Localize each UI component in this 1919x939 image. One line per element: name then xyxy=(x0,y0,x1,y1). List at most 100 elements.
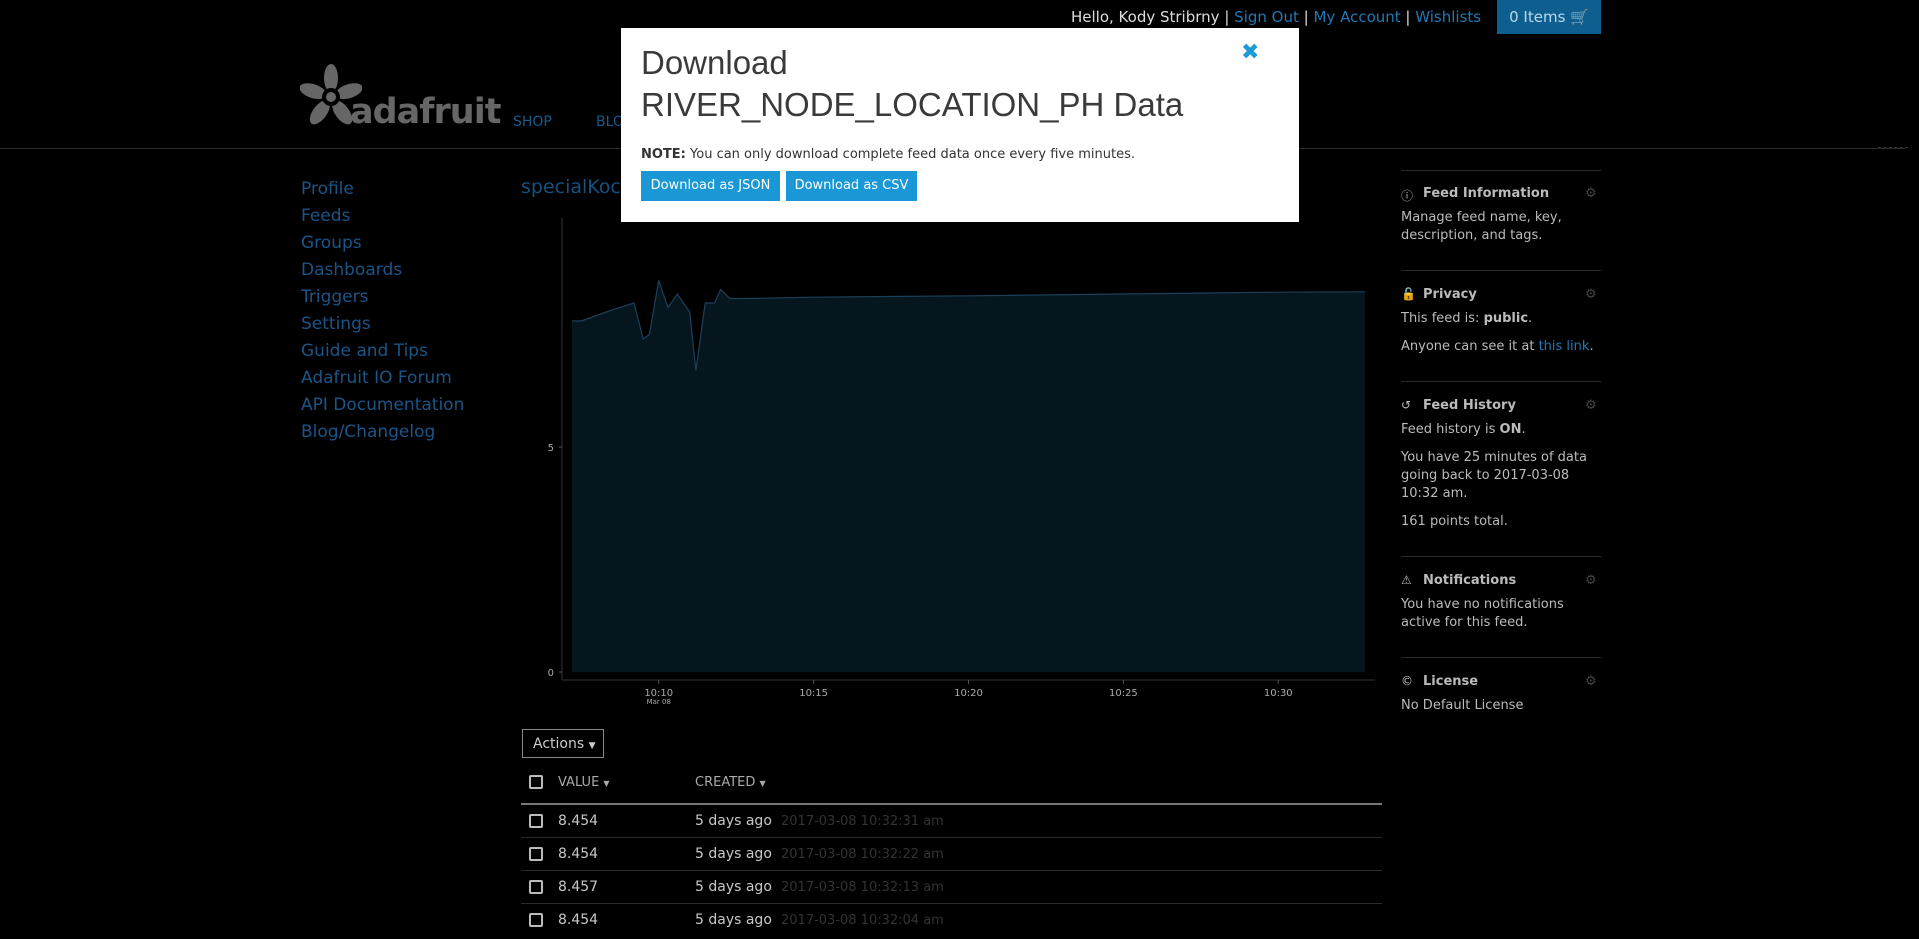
gear-icon[interactable]: ⚙ xyxy=(1585,674,1597,689)
history-status-suffix: . xyxy=(1521,422,1526,437)
user-bar: Hello, Kody Stribrny | Sign Out | My Acc… xyxy=(1071,8,1481,26)
row-checkbox[interactable] xyxy=(529,814,543,828)
caret-down-icon: ▼ xyxy=(588,741,596,751)
feed-title: specialKoc xyxy=(521,176,621,198)
row-timestamp: 2017-03-08 10:32:13 am xyxy=(781,880,944,895)
row-divider xyxy=(521,870,1382,871)
row-age: 5 days ago xyxy=(695,813,772,829)
note-label: NOTE: xyxy=(641,147,686,162)
sidebar-item-blog[interactable]: Blog/Changelog xyxy=(301,421,464,448)
row-timestamp: 2017-03-08 10:32:22 am xyxy=(781,847,944,862)
x-subtick-label: Mar 08 xyxy=(647,698,671,706)
separator: | xyxy=(1224,8,1230,26)
sidebar-item-settings[interactable]: Settings xyxy=(301,313,464,340)
created-header-label: CREATED xyxy=(695,775,756,790)
feed-information-heading: Feed Information xyxy=(1423,186,1550,201)
series-area xyxy=(572,280,1365,672)
created-column-header[interactable]: CREATED ▼ xyxy=(695,775,766,790)
privacy-status-prefix: This feed is: xyxy=(1401,311,1484,326)
privacy-status: This feed is: public. xyxy=(1401,310,1601,328)
nav-blog[interactable]: BLO xyxy=(596,114,624,130)
privacy-status-suffix: . xyxy=(1528,311,1533,326)
warning-icon: ⚠ xyxy=(1401,573,1412,587)
history-status-value: ON xyxy=(1499,422,1522,437)
sidebar-item-groups[interactable]: Groups xyxy=(301,232,464,259)
row-checkbox[interactable] xyxy=(529,913,543,927)
modal-title-line1: Download xyxy=(641,44,788,81)
privacy-access-suffix: . xyxy=(1589,339,1594,354)
note-text: You can only download complete feed data… xyxy=(685,147,1135,162)
row-age: 5 days ago xyxy=(695,912,772,928)
modal-note: NOTE: You can only download complete fee… xyxy=(641,147,1135,162)
x-tick-label: 10:30 xyxy=(1264,688,1293,699)
history-points: 161 points total. xyxy=(1401,514,1508,529)
row-value: 8.454 xyxy=(558,813,599,829)
public-feed-link[interactable]: this link xyxy=(1539,339,1590,354)
row-value: 8.454 xyxy=(558,846,599,862)
row-timestamp: 2017-03-08 10:32:31 am xyxy=(781,814,944,829)
license-heading: License xyxy=(1423,674,1479,689)
sidebar-item-feeds[interactable]: Feeds xyxy=(301,205,464,232)
privacy-heading: Privacy xyxy=(1423,287,1477,302)
privacy-access-prefix: Anyone can see it at xyxy=(1401,339,1539,354)
close-icon[interactable]: ✖ xyxy=(1241,40,1259,65)
y-tick-label: 0 xyxy=(548,668,554,679)
row-value: 8.457 xyxy=(558,879,599,895)
gear-icon[interactable]: ⚙ xyxy=(1585,287,1597,302)
row-checkbox[interactable] xyxy=(529,847,543,861)
sidebar-item-dashboards[interactable]: Dashboards xyxy=(301,259,464,286)
sidebar-nav: Profile Feeds Groups Dashboards Triggers… xyxy=(301,178,464,448)
gear-icon[interactable]: ⚙ xyxy=(1585,398,1597,413)
sidebar-divider xyxy=(1401,381,1601,382)
value-column-header[interactable]: VALUE ▼ xyxy=(558,775,610,790)
cart-button[interactable]: 0 Items 🛒 xyxy=(1497,0,1601,34)
unlock-icon: 🔓 xyxy=(1401,287,1416,301)
x-tick-label: 10:15 xyxy=(799,688,828,699)
feed-information-text: Manage feed name, key, description, and … xyxy=(1401,210,1562,243)
license-text: No Default License xyxy=(1401,698,1524,713)
separator: | xyxy=(1303,8,1309,26)
row-checkbox[interactable] xyxy=(529,880,543,894)
gear-icon[interactable]: ⚙ xyxy=(1585,573,1597,588)
sidebar-item-api-docs[interactable]: API Documentation xyxy=(301,394,464,421)
sidebar-item-profile[interactable]: Profile xyxy=(301,178,464,205)
feed-chart: 0510:10Mar 0810:15 10:20 10:25 10:30 xyxy=(548,218,1375,706)
history-status: Feed history is ON. xyxy=(1401,421,1601,439)
x-tick-label: 10:25 xyxy=(1109,688,1138,699)
sidebar-divider xyxy=(1401,170,1601,171)
row-age: 5 days ago xyxy=(695,846,772,862)
sign-out-link[interactable]: Sign Out xyxy=(1234,8,1299,26)
privacy-status-value: public xyxy=(1483,311,1529,326)
actions-dropdown[interactable]: Actions ▼ xyxy=(522,729,604,758)
row-value: 8.454 xyxy=(558,912,599,928)
nav-shop[interactable]: SHOP xyxy=(513,114,552,130)
cart-label: 0 Items xyxy=(1509,8,1566,26)
y-tick-label: 5 xyxy=(548,443,554,454)
header-divider-dots xyxy=(1878,147,1908,148)
sidebar-divider xyxy=(1401,270,1601,271)
actions-label: Actions xyxy=(533,736,585,752)
row-timestamp: 2017-03-08 10:32:04 am xyxy=(781,913,944,928)
select-all-checkbox[interactable] xyxy=(529,775,543,789)
greeting: Hello, Kody Stribrny xyxy=(1071,8,1220,26)
sidebar-item-guide[interactable]: Guide and Tips xyxy=(301,340,464,367)
history-summary: You have 25 minutes of data going back t… xyxy=(1401,450,1587,501)
notifications-heading: Notifications xyxy=(1423,573,1517,588)
download-json-button[interactable]: Download as JSON xyxy=(641,171,780,201)
history-icon: ↺ xyxy=(1401,398,1412,412)
download-csv-button[interactable]: Download as CSV xyxy=(786,171,917,201)
sidebar-item-forum[interactable]: Adafruit IO Forum xyxy=(301,367,464,394)
sort-caret-icon: ▼ xyxy=(603,779,610,788)
my-account-link[interactable]: My Account xyxy=(1313,8,1400,26)
modal-title-line2: RIVER_NODE_LOCATION_PH Data xyxy=(641,86,1184,123)
gear-icon[interactable]: ⚙ xyxy=(1585,186,1597,201)
wishlists-link[interactable]: Wishlists xyxy=(1415,8,1481,26)
sidebar-item-triggers[interactable]: Triggers xyxy=(301,286,464,313)
copyright-icon: © xyxy=(1401,674,1413,688)
x-tick-label: 10:20 xyxy=(954,688,983,699)
logo-wordmark[interactable]: adafruit xyxy=(350,92,501,132)
download-modal: Download RIVER_NODE_LOCATION_PH Data ✖ N… xyxy=(621,28,1299,222)
row-age: 5 days ago xyxy=(695,879,772,895)
sort-caret-icon: ▼ xyxy=(759,779,766,788)
cart-icon: 🛒 xyxy=(1570,8,1589,26)
